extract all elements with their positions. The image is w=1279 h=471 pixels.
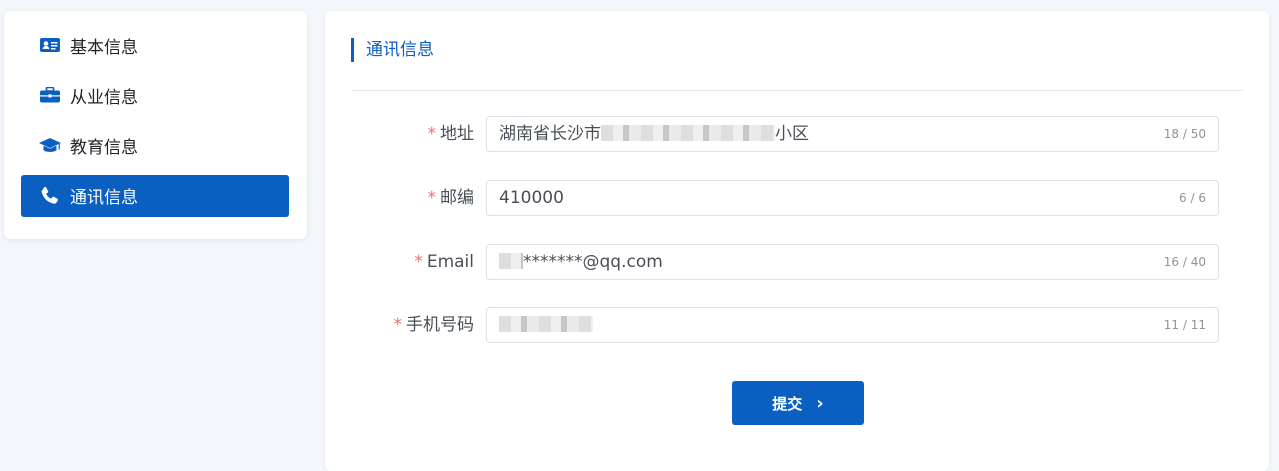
submit-button[interactable]: 提交 › bbox=[732, 381, 864, 425]
char-count: 16 / 40 bbox=[1163, 255, 1206, 269]
sidebar-nav: 基本信息 从业信息 教育信息 通讯信息 bbox=[4, 11, 307, 239]
redacted-text bbox=[499, 316, 593, 332]
contact-info-panel: 通讯信息 * 地址 湖南省长沙市 小区 18 / 50 * 邮编 410000 6 /… bbox=[325, 11, 1269, 471]
email-field[interactable]: *******@qq.com 16 / 40 bbox=[486, 244, 1219, 280]
id-card-icon bbox=[39, 34, 61, 56]
address-value-prefix: 湖南省长沙市 bbox=[499, 124, 601, 144]
redacted-text bbox=[499, 253, 523, 269]
phone-input[interactable]: 11 / 11 bbox=[486, 307, 1219, 343]
email-label-text: Email bbox=[426, 252, 474, 272]
email-label: * Email bbox=[414, 244, 474, 280]
phone-label: * 手机号码 bbox=[394, 307, 475, 343]
required-mark: * bbox=[393, 315, 403, 335]
postcode-row: * 邮编 410000 6 / 6 bbox=[325, 180, 1269, 216]
address-label: * 地址 bbox=[428, 116, 475, 152]
required-mark: * bbox=[414, 252, 423, 272]
email-value: *******@qq.com bbox=[499, 245, 663, 279]
panel-title: 通讯信息 bbox=[351, 38, 434, 62]
sidebar-item-contact-info[interactable]: 通讯信息 bbox=[21, 174, 289, 217]
required-mark: * bbox=[427, 188, 437, 208]
phone-icon bbox=[39, 185, 61, 207]
sidebar-item-label: 基本信息 bbox=[70, 37, 138, 58]
phone-value bbox=[499, 308, 593, 342]
postcode-input[interactable]: 410000 6 / 6 bbox=[486, 180, 1219, 216]
sidebar-item-education-info[interactable]: 教育信息 bbox=[21, 125, 289, 167]
char-count: 18 / 50 bbox=[1163, 127, 1206, 141]
chevron-right-icon: › bbox=[816, 392, 824, 414]
postcode-label-text: 邮编 bbox=[440, 188, 474, 208]
graduation-cap-icon bbox=[39, 135, 61, 157]
redacted-text bbox=[601, 125, 775, 141]
sidebar-item-label: 教育信息 bbox=[70, 138, 138, 159]
sidebar-item-employment-info[interactable]: 从业信息 bbox=[21, 74, 289, 116]
email-row: * Email *******@qq.com 16 / 40 bbox=[325, 244, 1269, 280]
phone-row: * 手机号码 11 / 11 bbox=[325, 307, 1269, 343]
char-count: 11 / 11 bbox=[1163, 318, 1206, 332]
char-count: 6 / 6 bbox=[1179, 191, 1206, 205]
address-input[interactable]: 湖南省长沙市 小区 18 / 50 bbox=[486, 116, 1219, 152]
required-mark: * bbox=[427, 124, 437, 144]
address-value-suffix: 小区 bbox=[775, 124, 809, 144]
submit-label: 提交 bbox=[772, 394, 803, 413]
email-value-suffix: *******@qq.com bbox=[523, 252, 663, 272]
address-label-text: 地址 bbox=[440, 124, 474, 144]
phone-label-text: 手机号码 bbox=[406, 315, 474, 335]
postcode-label: * 邮编 bbox=[428, 180, 475, 216]
address-row: * 地址 湖南省长沙市 小区 18 / 50 bbox=[325, 116, 1269, 152]
sidebar-item-label: 从业信息 bbox=[70, 87, 138, 108]
postcode-value: 410000 bbox=[499, 188, 564, 208]
briefcase-icon bbox=[39, 84, 61, 106]
divider bbox=[351, 90, 1243, 91]
sidebar-item-basic-info[interactable]: 基本信息 bbox=[21, 24, 289, 66]
address-value: 湖南省长沙市 小区 bbox=[499, 117, 809, 151]
sidebar-item-label: 通讯信息 bbox=[70, 188, 138, 209]
